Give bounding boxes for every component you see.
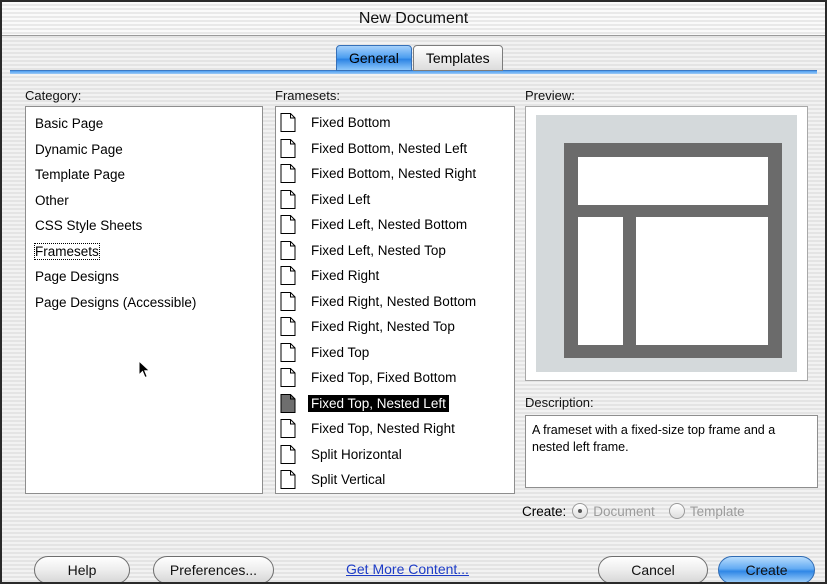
preferences-button[interactable]: Preferences...	[153, 556, 274, 582]
category-item-label: Framesets	[34, 242, 100, 260]
window-title: New Document	[358, 10, 469, 27]
frameset-item-label: Fixed Left, Nested Bottom	[311, 217, 468, 233]
preview-left-frame	[578, 217, 623, 345]
document-icon	[280, 317, 308, 337]
category-item-label: CSS Style Sheets	[35, 218, 143, 233]
category-item[interactable]: Page Designs	[26, 264, 262, 290]
create-options: Create: Document Template	[522, 501, 745, 521]
category-item-label: Other	[35, 192, 69, 208]
create-button[interactable]: Create	[718, 556, 815, 582]
preview-top-frame	[578, 157, 768, 205]
category-item[interactable]: Dynamic Page	[26, 137, 262, 163]
document-icon	[280, 189, 308, 209]
document-icon	[280, 266, 308, 286]
frameset-item-label: Fixed Bottom	[311, 115, 391, 131]
document-radio-label: Document	[593, 503, 655, 519]
document-icon	[280, 368, 308, 388]
document-icon	[280, 240, 308, 260]
frameset-item-label: Fixed Top	[311, 344, 370, 360]
frameset-item-label: Fixed Bottom, Nested Right	[311, 166, 477, 182]
frameset-item[interactable]: Fixed Right	[276, 263, 514, 289]
category-item[interactable]: Framesets	[26, 239, 262, 265]
document-icon	[280, 138, 308, 158]
frameset-item-label: Fixed Right, Nested Bottom	[311, 293, 477, 309]
frameset-item-label: Fixed Right	[311, 268, 380, 284]
frameset-item-label: Fixed Top, Nested Left	[308, 394, 449, 412]
help-button[interactable]: Help	[34, 556, 130, 582]
frameset-item[interactable]: Fixed Top, Nested Right	[276, 416, 514, 442]
frameset-item[interactable]: Fixed Left, Nested Bottom	[276, 212, 514, 238]
get-more-content-link[interactable]: Get More Content...	[346, 556, 469, 582]
frameset-item-label: Fixed Right, Nested Top	[311, 319, 455, 335]
description-box: A frameset with a fixed-size top frame a…	[525, 415, 818, 488]
frameset-item-label: Fixed Left, Nested Top	[311, 242, 446, 258]
frameset-item[interactable]: Fixed Left, Nested Top	[276, 238, 514, 264]
description-label: Description:	[525, 395, 594, 410]
category-item-label: Page Designs (Accessible)	[35, 294, 197, 310]
document-icon	[280, 291, 308, 311]
frameset-item-label: Fixed Bottom, Nested Left	[311, 140, 468, 156]
document-icon	[280, 342, 308, 362]
category-item[interactable]: Page Designs (Accessible)	[26, 290, 262, 316]
frameset-item[interactable]: Fixed Top, Nested Left	[276, 391, 514, 417]
document-icon	[280, 113, 308, 133]
frameset-item[interactable]: Fixed Bottom	[276, 110, 514, 136]
frameset-list[interactable]: Fixed Bottom Fixed Bottom, Nested Left Fix…	[275, 106, 515, 494]
frameset-item-label: Fixed Top, Fixed Bottom	[311, 370, 457, 386]
frameset-item[interactable]: Fixed Top	[276, 340, 514, 366]
tab-bar: General Templates	[336, 45, 504, 71]
frameset-item-label: Fixed Top, Nested Right	[311, 421, 455, 437]
document-icon	[280, 470, 308, 490]
frameset-item[interactable]: Split Vertical	[276, 467, 514, 493]
document-icon	[280, 164, 308, 184]
tab-general[interactable]: General	[336, 45, 412, 71]
frameset-item-label: Split Horizontal	[311, 446, 402, 462]
mouse-pointer-icon	[138, 360, 151, 379]
category-label: Category:	[25, 88, 82, 103]
title-bar: New Document	[2, 2, 825, 36]
category-item-label: Dynamic Page	[35, 141, 123, 157]
frameset-item[interactable]: Fixed Bottom, Nested Right	[276, 161, 514, 187]
framesets-label: Framesets:	[275, 88, 341, 103]
frameset-item[interactable]: Fixed Right, Nested Bottom	[276, 289, 514, 315]
frameset-item[interactable]: Fixed Top, Fixed Bottom	[276, 365, 514, 391]
category-list[interactable]: Basic Page Dynamic Page Template Page Other…	[25, 106, 263, 494]
document-icon	[280, 444, 308, 464]
category-item-label: Page Designs	[35, 269, 120, 284]
preview-main-frame	[636, 217, 768, 345]
category-item-label: Basic Page	[35, 116, 104, 131]
template-radio[interactable]	[668, 503, 685, 519]
document-icon	[280, 215, 308, 235]
frameset-item-label: Split Vertical	[311, 472, 386, 488]
create-label: Create:	[522, 503, 567, 519]
category-item[interactable]: Template Page	[26, 162, 262, 188]
frameset-item-label: Fixed Left	[311, 191, 371, 207]
category-item[interactable]: Basic Page	[26, 111, 262, 137]
document-icon	[280, 419, 308, 439]
tab-templates[interactable]: Templates	[412, 45, 503, 71]
frameset-item[interactable]: Fixed Right, Nested Top	[276, 314, 514, 340]
category-item[interactable]: Other	[26, 188, 262, 214]
document-filled-icon	[280, 393, 308, 413]
preview-background	[536, 115, 797, 372]
frameset-item[interactable]: Fixed Bottom, Nested Left	[276, 136, 514, 162]
preview-label: Preview:	[525, 88, 575, 103]
category-item[interactable]: CSS Style Sheets	[26, 213, 262, 239]
template-radio-label: Template	[689, 503, 745, 519]
frameset-item[interactable]: Split Horizontal	[276, 442, 514, 468]
frameset-item[interactable]: Fixed Left	[276, 187, 514, 213]
frameset-preview-diagram	[564, 143, 782, 358]
preview-panel	[525, 106, 808, 381]
category-item-label: Template Page	[35, 167, 126, 182]
document-radio[interactable]	[572, 503, 589, 519]
new-document-dialog: New Document General Templates Category:…	[0, 0, 827, 584]
cancel-button[interactable]: Cancel	[598, 556, 708, 582]
